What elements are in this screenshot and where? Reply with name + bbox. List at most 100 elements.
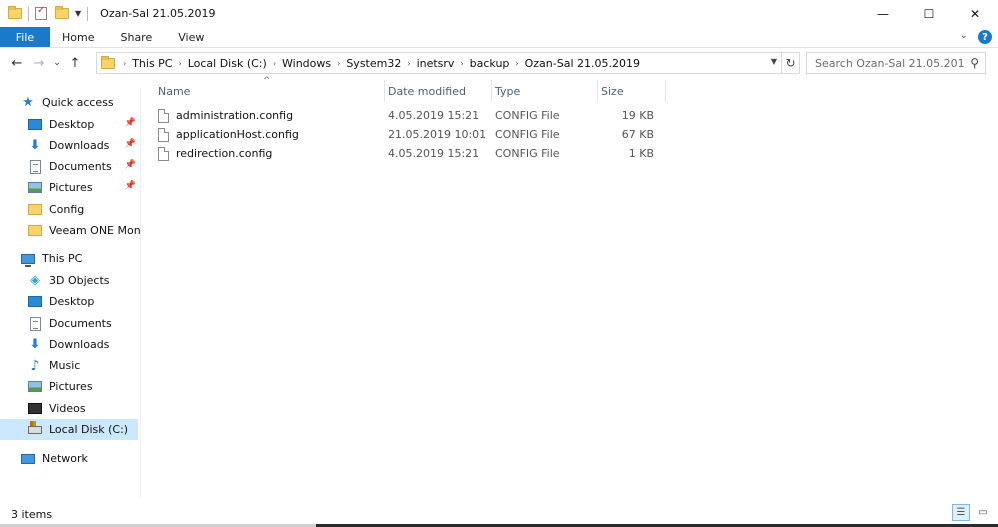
sidebar-item-this-pc[interactable]: This PC (20, 248, 140, 269)
pin-icon[interactable]: 📌 (125, 181, 136, 191)
sidebar-item-documents[interactable]: Documents 📌 (27, 156, 140, 177)
sidebar-item-videos[interactable]: Videos (27, 398, 140, 419)
desktop-icon (28, 119, 42, 130)
sidebar-item-quick-access[interactable]: ★ Quick access (20, 92, 140, 113)
file-row[interactable]: redirection.config 4.05.2019 15:21 CONFI… (155, 144, 660, 163)
minimize-button[interactable]: — (860, 0, 906, 27)
navigation-pane: ★ Quick access Desktop 📌 ⬇ Downloads 📌 D… (0, 88, 141, 498)
sidebar-item-label: Desktop (49, 118, 95, 131)
pictures-icon (28, 182, 42, 193)
status-bar: 3 items ☰ ▭ (0, 504, 998, 524)
pin-icon[interactable]: 📌 (125, 139, 136, 149)
toolbar-divider (28, 6, 29, 21)
refresh-button[interactable]: ↻ (782, 52, 800, 74)
sidebar-item-pc-desktop[interactable]: Desktop (27, 291, 140, 312)
chevron-right-icon[interactable]: › (123, 59, 126, 68)
file-type: CONFIG File (495, 128, 560, 141)
chevron-right-icon[interactable]: › (515, 59, 518, 68)
details-view-icon[interactable]: ☰ (952, 504, 970, 521)
help-icon[interactable]: ? (978, 30, 992, 44)
sidebar-item-label: Network (42, 452, 88, 465)
file-icon (158, 127, 169, 142)
sidebar-item-label: This PC (42, 252, 83, 265)
breadcrumb-local-disk[interactable]: Local Disk (C:) (188, 57, 267, 70)
folder-icon (101, 55, 115, 69)
window-title: Ozan-Sal 21.05.2019 (100, 7, 216, 20)
sidebar-item-music[interactable]: ♪ Music (27, 355, 140, 376)
file-row[interactable]: applicationHost.config 21.05.2019 10:01 … (155, 125, 660, 144)
forward-button[interactable]: → (28, 52, 50, 74)
file-icon (158, 146, 169, 161)
breadcrumb-this-pc[interactable]: This PC (132, 57, 172, 70)
sidebar-item-veeam[interactable]: Veeam ONE Monito (27, 220, 140, 241)
column-header-date-modified[interactable]: Date modified (385, 80, 492, 102)
file-icon (158, 108, 169, 123)
file-type: CONFIG File (495, 147, 560, 160)
breadcrumb-current-folder[interactable]: Ozan-Sal 21.05.2019 (525, 57, 640, 70)
sidebar-item-pc-pictures[interactable]: Pictures (27, 376, 140, 397)
address-bar[interactable]: › This PC › Local Disk (C:) › Windows › … (96, 52, 782, 74)
sidebar-item-label: Local Disk (C:) (49, 423, 129, 436)
new-folder-icon[interactable] (55, 6, 69, 19)
breadcrumb-inetsrv[interactable]: inetsrv (417, 57, 455, 70)
column-header-size[interactable]: Size (598, 80, 666, 102)
folder-icon (28, 204, 42, 215)
folder-icon (28, 225, 42, 236)
sidebar-item-label: Documents (49, 317, 112, 330)
back-button[interactable]: ← (6, 52, 28, 74)
chevron-right-icon[interactable]: › (337, 59, 340, 68)
breadcrumb-system32[interactable]: System32 (346, 57, 401, 70)
large-icons-view-icon[interactable]: ▭ (974, 504, 992, 521)
address-history-chevron-icon[interactable]: ▼ (771, 57, 777, 66)
expand-ribbon-chevron-icon[interactable]: ⌄ (960, 30, 968, 44)
pin-icon[interactable]: 📌 (125, 118, 136, 128)
search-icon[interactable]: ⚲ (970, 56, 979, 70)
tab-view[interactable]: View (165, 27, 217, 47)
chevron-right-icon[interactable]: › (460, 59, 463, 68)
network-icon (21, 453, 35, 464)
chevron-right-icon[interactable]: › (407, 59, 410, 68)
close-button[interactable]: ✕ (952, 0, 998, 27)
search-input[interactable] (815, 56, 965, 70)
column-header-type[interactable]: Type (492, 80, 598, 102)
recent-locations-chevron-icon[interactable]: ⌄ (50, 52, 64, 74)
file-row[interactable]: administration.config 4.05.2019 15:21 CO… (155, 106, 660, 125)
breadcrumb-windows[interactable]: Windows (282, 57, 331, 70)
sidebar-item-config[interactable]: Config (27, 199, 140, 220)
breadcrumb-backup[interactable]: backup (470, 57, 510, 70)
file-size: 19 KB (621, 109, 654, 122)
quick-access-toolbar: ▼ (0, 0, 81, 27)
sidebar-item-pc-documents[interactable]: Documents (27, 313, 140, 334)
sidebar-item-local-disk[interactable]: Local Disk (C:) (0, 419, 138, 440)
sidebar-item-downloads[interactable]: ⬇ Downloads 📌 (27, 135, 140, 156)
sidebar-item-label: Downloads (49, 338, 110, 351)
sidebar-item-pictures[interactable]: Pictures 📌 (27, 177, 140, 198)
chevron-right-icon[interactable]: › (273, 59, 276, 68)
sidebar-item-pc-downloads[interactable]: ⬇ Downloads (27, 334, 140, 355)
maximize-button[interactable]: ☐ (906, 0, 952, 27)
properties-icon[interactable] (35, 5, 47, 20)
title-bar: ▼ Ozan-Sal 21.05.2019 — ☐ ✕ (0, 0, 998, 27)
customize-toolbar-chevron-icon[interactable]: ▼ (75, 9, 81, 18)
desktop-icon (28, 296, 42, 307)
chevron-right-icon[interactable]: › (179, 59, 182, 68)
folder-icon[interactable] (8, 6, 22, 19)
pictures-icon (28, 381, 42, 392)
sidebar-item-3d-objects[interactable]: ◈ 3D Objects (27, 270, 140, 291)
sidebar-item-label: Videos (49, 402, 86, 415)
sidebar-item-network[interactable]: Network (20, 448, 140, 469)
tab-file[interactable]: File (0, 27, 50, 47)
tab-home[interactable]: Home (50, 27, 107, 47)
computer-icon (21, 253, 35, 267)
local-disk-icon (28, 420, 42, 434)
tab-share[interactable]: Share (107, 27, 165, 47)
pin-icon[interactable]: 📌 (125, 160, 136, 170)
videos-icon (28, 403, 42, 414)
sidebar-item-label: Config (49, 203, 85, 216)
column-headers: Name Date modified Type Size (155, 80, 666, 102)
column-header-name[interactable]: Name (155, 80, 385, 102)
file-size: 1 KB (628, 147, 654, 160)
search-box[interactable]: ⚲ (806, 52, 986, 74)
up-button[interactable]: ↑ (64, 52, 86, 74)
sidebar-item-desktop[interactable]: Desktop 📌 (27, 114, 140, 135)
